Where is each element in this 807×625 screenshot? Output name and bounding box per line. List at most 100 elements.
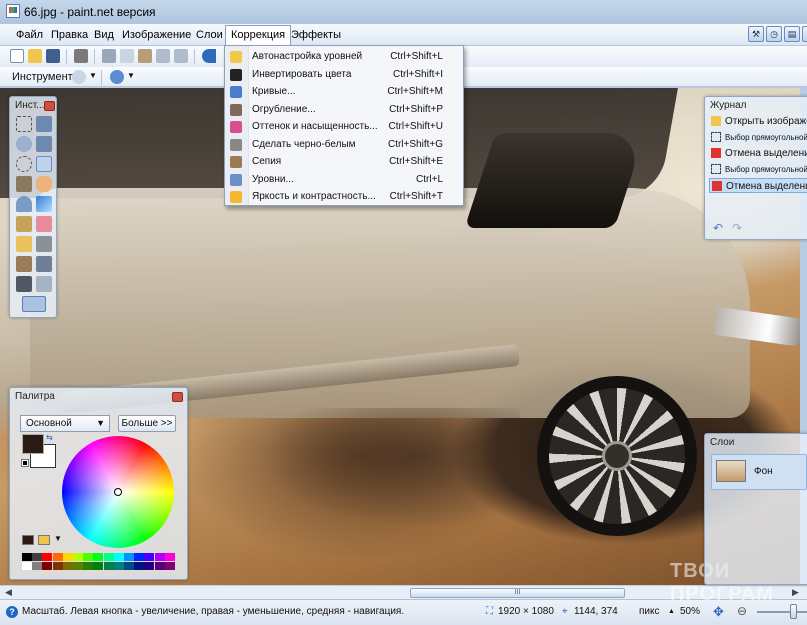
- paintbrush-icon[interactable]: [16, 216, 32, 232]
- adjustments-menu-item[interactable]: Уровни... Ctrl+L: [225, 172, 463, 189]
- history-item[interactable]: Выбор прямоугольной области: [709, 162, 807, 177]
- palette-swatch[interactable]: [93, 562, 104, 570]
- deselect-icon[interactable]: [174, 49, 188, 63]
- palette-swatch[interactable]: [62, 553, 73, 561]
- move-pixels-icon[interactable]: [36, 136, 52, 152]
- paint-bucket-icon[interactable]: [16, 196, 32, 212]
- palette-menu-icon[interactable]: [38, 535, 50, 545]
- close-icon[interactable]: [172, 392, 183, 402]
- palette-swatch[interactable]: [52, 562, 63, 570]
- cut-icon[interactable]: [102, 49, 116, 63]
- adjustments-menu-item[interactable]: Инвертировать цвета Ctrl+Shift+I: [225, 67, 463, 84]
- palette-swatch[interactable]: [32, 553, 43, 561]
- adjustments-menu-item[interactable]: Огрубление... Ctrl+Shift+P: [225, 102, 463, 119]
- recolor-icon[interactable]: [36, 256, 52, 272]
- zoom-icon[interactable]: [36, 156, 52, 172]
- new-icon[interactable]: [10, 49, 24, 63]
- zoom-out-icon[interactable]: ⊖: [737, 604, 747, 618]
- chevron-down-icon[interactable]: ▼: [89, 71, 97, 80]
- history-item[interactable]: Выбор прямоугольной области: [709, 130, 807, 145]
- palette-swatch[interactable]: [42, 562, 53, 570]
- adjustments-menu-item[interactable]: Автонастройка уровней Ctrl+Shift+L: [225, 49, 463, 66]
- palette-swatch[interactable]: [73, 562, 83, 570]
- palette-swatch[interactable]: [154, 553, 165, 561]
- shapes-icon[interactable]: [22, 296, 46, 312]
- chevron-down-icon[interactable]: ▼: [127, 71, 135, 80]
- zoom-slider-track[interactable]: [757, 611, 807, 613]
- color-wheel-cursor[interactable]: [114, 488, 122, 496]
- layer-row[interactable]: Фон: [711, 454, 807, 490]
- undo-icon[interactable]: [202, 49, 216, 63]
- palette-swatch[interactable]: [42, 553, 53, 561]
- palette-swatch[interactable]: [83, 562, 94, 570]
- history-item[interactable]: Отмена выделения: [709, 146, 807, 161]
- palette-swatch[interactable]: [144, 562, 155, 570]
- layers-window-icon[interactable]: ▤: [784, 26, 800, 42]
- adjustments-menu-item[interactable]: Яркость и контрастность... Ctrl+Shift+T: [225, 189, 463, 206]
- swap-colors-icon[interactable]: ⇆: [46, 433, 53, 442]
- primary-color-swatch[interactable]: [22, 434, 44, 454]
- menu-image[interactable]: Изображение: [117, 27, 196, 43]
- palette-swatch[interactable]: [124, 553, 134, 561]
- adjustments-menu-item[interactable]: Сделать черно-белым Ctrl+Shift+G: [225, 137, 463, 154]
- scroll-left-arrow-icon[interactable]: ◀: [5, 587, 12, 598]
- tool-window-icon[interactable]: ⚒: [748, 26, 764, 42]
- pan-hand-icon[interactable]: [36, 176, 52, 192]
- palette-swatch[interactable]: [144, 553, 155, 561]
- palette-swatch[interactable]: [73, 553, 83, 561]
- adjustments-menu-item[interactable]: Сепия Ctrl+Shift+E: [225, 154, 463, 171]
- chevron-down-icon[interactable]: ▼: [54, 534, 62, 543]
- ellipse-select-icon[interactable]: [16, 156, 32, 172]
- menu-layers[interactable]: Слои: [191, 27, 228, 43]
- open-icon[interactable]: [28, 49, 42, 63]
- menu-view[interactable]: Вид: [89, 27, 119, 43]
- color-picker-icon[interactable]: [36, 236, 52, 252]
- history-item[interactable]: Открыть изображение: [709, 114, 807, 129]
- paste-icon[interactable]: [138, 49, 152, 63]
- move-selection-icon[interactable]: [36, 116, 52, 132]
- history-window-icon[interactable]: ◷: [766, 26, 782, 42]
- menu-effects[interactable]: Эффекты: [286, 27, 346, 43]
- adjustments-menu-item[interactable]: Кривые... Ctrl+Shift+M: [225, 84, 463, 101]
- line-curve-icon[interactable]: [36, 276, 52, 292]
- colors-window-icon[interactable]: ◐: [802, 26, 807, 42]
- menu-adjustments[interactable]: Коррекция: [225, 25, 292, 47]
- zoom-level[interactable]: 50%: [680, 606, 700, 617]
- palette-swatch[interactable]: [32, 562, 43, 570]
- palette-swatch[interactable]: [134, 562, 145, 570]
- palette-swatch[interactable]: [164, 553, 175, 561]
- text-icon[interactable]: [16, 276, 32, 292]
- palette-swatch[interactable]: [113, 562, 124, 570]
- crop-icon[interactable]: [156, 49, 170, 63]
- color-wheel[interactable]: [62, 436, 174, 548]
- print-icon[interactable]: [74, 49, 88, 63]
- pencil-icon[interactable]: [16, 236, 32, 252]
- palette-swatch[interactable]: [113, 553, 124, 561]
- palette-swatch[interactable]: [124, 562, 134, 570]
- lasso-icon[interactable]: [16, 136, 32, 152]
- reset-colors-icon[interactable]: [21, 459, 29, 467]
- undo-icon[interactable]: ↶: [713, 221, 723, 235]
- palette-swatch[interactable]: [52, 553, 63, 561]
- history-item-selected[interactable]: Отмена выделения: [709, 178, 807, 193]
- magic-wand-icon[interactable]: [16, 176, 32, 192]
- copy-icon[interactable]: [120, 49, 134, 63]
- palette-swatch[interactable]: [62, 562, 73, 570]
- eraser-icon[interactable]: [36, 216, 52, 232]
- zoom-slider-knob[interactable]: [790, 604, 797, 619]
- clone-stamp-icon[interactable]: [16, 256, 32, 272]
- add-to-palette-icon[interactable]: [22, 535, 34, 545]
- palette-swatch[interactable]: [103, 553, 114, 561]
- zoom-fit-icon[interactable]: ✥: [713, 604, 724, 620]
- menu-file[interactable]: Файл: [11, 27, 48, 43]
- gradient-icon[interactable]: [36, 196, 52, 212]
- close-icon[interactable]: [44, 101, 55, 111]
- more-colors-button[interactable]: Больше >>: [118, 415, 176, 432]
- palette-swatch[interactable]: [22, 562, 32, 570]
- palette-swatch[interactable]: [83, 553, 94, 561]
- selection-mode-icon[interactable]: [110, 70, 124, 84]
- adjustments-menu-item[interactable]: Оттенок и насыщенность... Ctrl+Shift+U: [225, 119, 463, 136]
- save-icon[interactable]: [46, 49, 60, 63]
- chevron-up-icon[interactable]: ▲: [668, 608, 675, 615]
- units-select[interactable]: пикс: [639, 606, 660, 617]
